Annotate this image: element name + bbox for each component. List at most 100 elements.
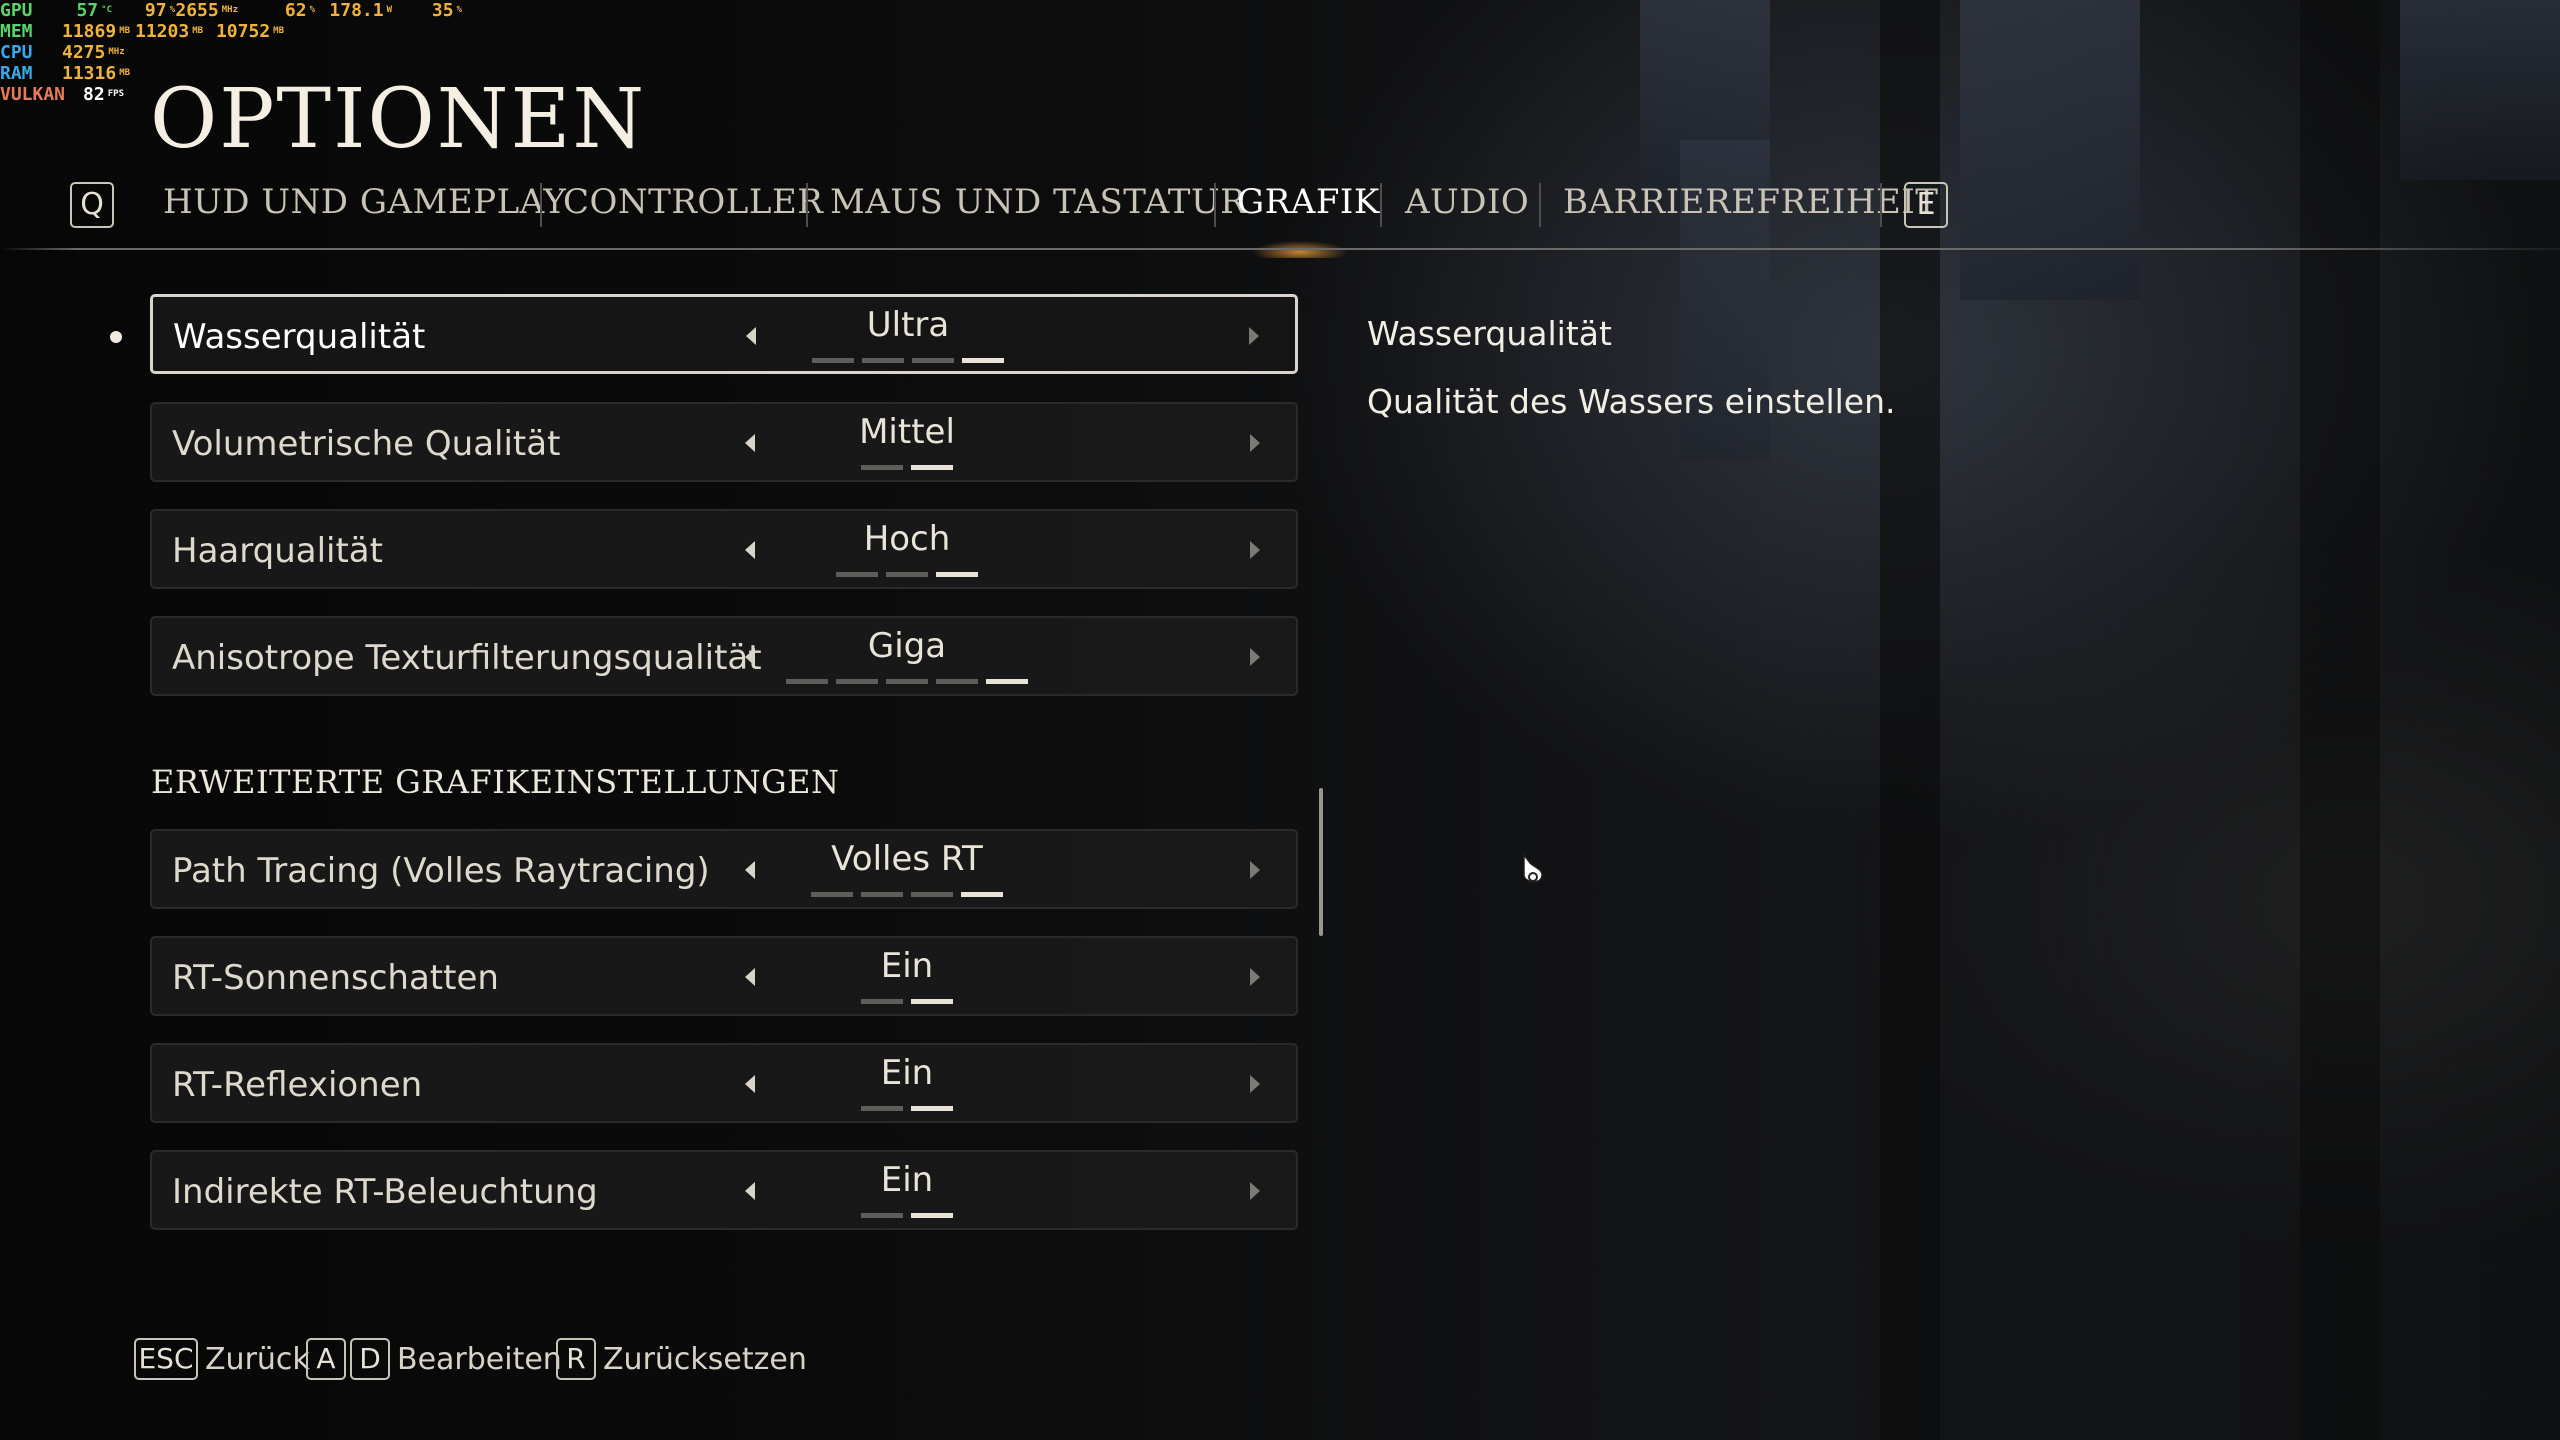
d-key[interactable]: D [350, 1338, 390, 1380]
overlay-value-unit: °C [101, 5, 112, 15]
tab-separator [806, 183, 808, 227]
overlay-row: VULKAN 82 FPS [0, 84, 124, 105]
r-key[interactable]: R [556, 1338, 596, 1380]
overlay-value: 97% [125, 0, 175, 21]
description-text: Qualität des Wassers einstellen. [1367, 382, 1896, 421]
a-key[interactable]: A [306, 1338, 346, 1380]
overlay-value: 35% [410, 0, 462, 21]
tab-barrierefreiheit[interactable]: BARRIEREFREIHEIT [1563, 182, 1938, 222]
overlay-value-unit: MB [119, 26, 131, 36]
overlay-value-number: 2655 [175, 0, 219, 21]
tab-separator [1214, 183, 1216, 227]
level-pip [936, 572, 978, 577]
arrow-right-icon[interactable] [1249, 327, 1259, 345]
setting-row[interactable]: Wasserqualität Ultra [150, 294, 1298, 374]
overlay-value-unit: MB [273, 26, 284, 36]
description-title: Wasserqualität [1367, 314, 1612, 353]
arrow-right-icon[interactable] [1250, 541, 1260, 559]
level-pip [836, 679, 878, 684]
tab-separator [1880, 183, 1882, 227]
level-pip [861, 892, 903, 897]
setting-row[interactable]: Path Tracing (Volles Raytracing) Volles R… [150, 829, 1298, 909]
setting-row[interactable]: RT-Reflexionen Ein [150, 1043, 1298, 1123]
setting-row[interactable]: RT-Sonnenschatten Ein [150, 936, 1298, 1016]
overlay-value-unit: % [456, 5, 462, 15]
overlay-value-number: 11203 [135, 21, 190, 42]
setting-value: Giga [867, 626, 947, 666]
level-pip [861, 1213, 903, 1218]
overlay-value: 11316 MB [62, 63, 130, 84]
overlay-value: 11869 MB [62, 21, 130, 42]
level-pip [962, 358, 1004, 363]
tab-controller[interactable]: CONTROLLER [563, 182, 823, 222]
overlay-label: GPU [0, 0, 33, 21]
tab-bar-divider [0, 248, 2560, 250]
level-pip [886, 572, 928, 577]
overlay-value: 2655 MHz [170, 0, 238, 21]
arrow-right-icon[interactable] [1250, 861, 1260, 879]
setting-row[interactable]: Anisotrope Texturfilterungsqualität Giga [150, 616, 1298, 696]
setting-label: Haarqualität [172, 531, 383, 571]
level-pip [811, 892, 853, 897]
setting-row[interactable]: Volumetrische Qualität Mittel [150, 402, 1298, 482]
level-pip [911, 465, 953, 470]
overlay-value-unit: MHz [108, 47, 125, 57]
arrow-right-icon[interactable] [1250, 968, 1260, 986]
level-pip [836, 572, 878, 577]
edit-label[interactable]: Bearbeiten [397, 1342, 562, 1377]
overlay-value-number: 35 [431, 0, 454, 21]
overlay-value-number: 10752 [215, 21, 271, 42]
page-title: OPTIONEN [150, 72, 647, 167]
overlay-value-unit: % [309, 5, 315, 15]
arrow-right-icon[interactable] [1250, 1075, 1260, 1093]
tab-hud-und-gameplay[interactable]: HUD UND GAMEPLAY [163, 182, 566, 222]
overlay-value-number: 178.1 [329, 0, 384, 21]
setting-label: Path Tracing (Volles Raytracing) [172, 851, 710, 891]
overlay-label: MEM [0, 21, 33, 42]
setting-value: Ein [880, 1053, 934, 1093]
tab-separator [1380, 183, 1382, 227]
esc-key[interactable]: ESC [134, 1338, 198, 1380]
setting-row[interactable]: Indirekte RT-Beleuchtung Ein [150, 1150, 1298, 1230]
overlay-value: 178.1 W [320, 0, 392, 21]
selection-bullet [110, 331, 122, 343]
background-window [1960, 0, 2140, 300]
level-pip [812, 358, 854, 363]
setting-row[interactable]: Haarqualität Hoch [150, 509, 1298, 589]
tab-maus-und-tastatur[interactable]: MAUS UND TASTATUR [830, 182, 1246, 222]
level-pip [861, 465, 903, 470]
overlay-row: CPU 4275 MHz [0, 42, 125, 63]
overlay-value-unit: MHz [221, 5, 238, 15]
overlay-value-unit: MB [119, 68, 131, 78]
tab-audio[interactable]: AUDIO [1405, 182, 1529, 222]
tab-grafik[interactable]: GRAFIK [1237, 182, 1380, 222]
overlay-value-number: 62 [284, 0, 307, 21]
overlay-value-unit: MB [192, 26, 204, 36]
setting-value: Ein [880, 1160, 934, 1200]
setting-label: RT-Sonnenschatten [172, 958, 499, 998]
back-label[interactable]: Zurück [205, 1342, 310, 1377]
overlay-value-unit: FPS [107, 89, 124, 99]
overlay-value-number: 97 [144, 0, 167, 21]
tab-prev-key[interactable]: Q [70, 182, 114, 228]
overlay-value: 4275 MHz [62, 42, 125, 63]
level-pip [986, 679, 1028, 684]
overlay-value-number: 11869 [62, 21, 117, 42]
overlay-row: RAM 11316 MB [0, 63, 130, 84]
overlay-value: 11203 MB [135, 21, 203, 42]
reset-label[interactable]: Zurücksetzen [603, 1342, 807, 1377]
arrow-right-icon[interactable] [1250, 434, 1260, 452]
level-pip [861, 999, 903, 1004]
setting-label: RT-Reflexionen [172, 1065, 423, 1105]
tab-next-key[interactable]: E [1904, 182, 1948, 228]
arrow-right-icon[interactable] [1250, 1182, 1260, 1200]
tab-separator [540, 183, 542, 227]
overlay-value: 57 °C [62, 0, 112, 21]
level-pip [886, 679, 928, 684]
scrollbar[interactable] [1319, 788, 1323, 936]
setting-label: Wasserqualität [173, 317, 426, 357]
overlay-label: CPU [0, 42, 33, 63]
arrow-right-icon[interactable] [1250, 648, 1260, 666]
overlay-value-unit: W [386, 5, 392, 15]
tab-bar: Q HUD UND GAMEPLAY CONTROLLER MAUS UND T… [0, 178, 2560, 258]
